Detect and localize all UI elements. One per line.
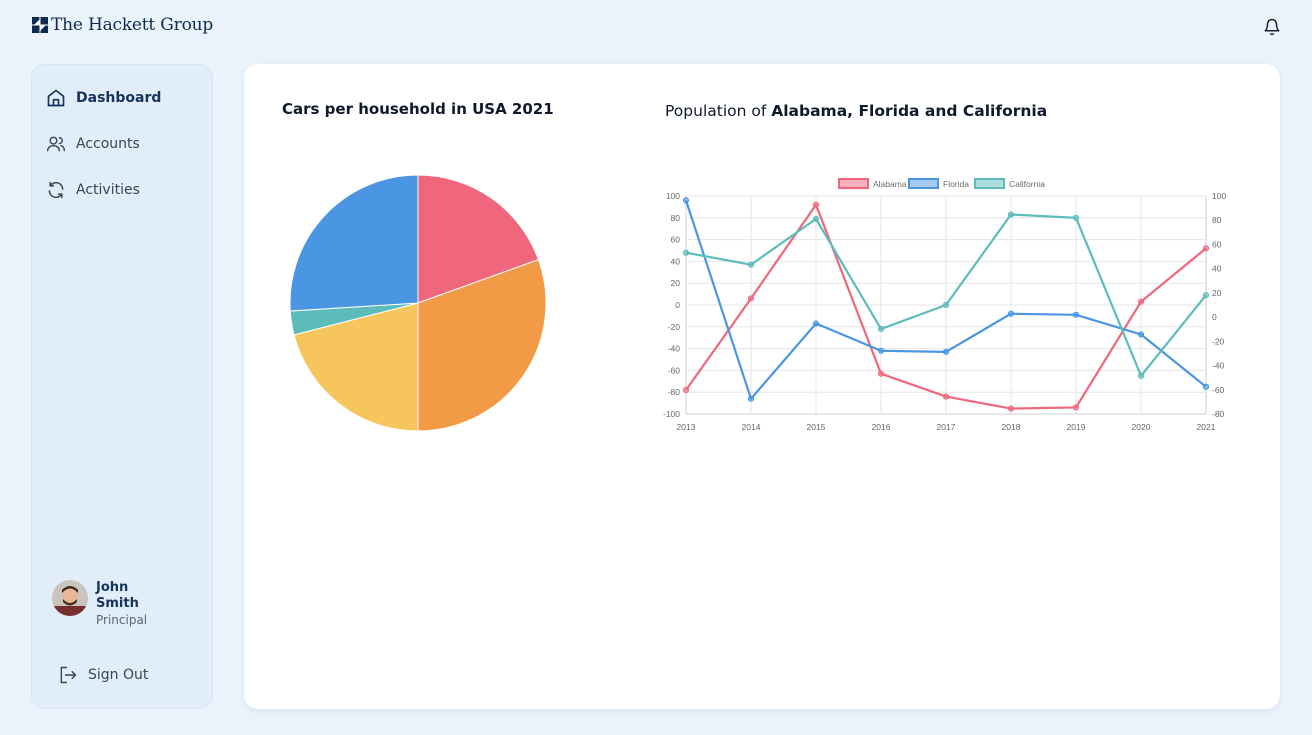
data-point-california[interactable] [1137,372,1145,379]
y-left-tick-label: -40 [668,344,681,354]
home-icon [47,89,65,107]
x-tick-label: 2015 [807,422,826,432]
x-tick-label: 2020 [1132,422,1151,432]
pie-chart[interactable] [284,169,554,439]
data-point-alabama[interactable] [1137,298,1145,305]
y-left-tick-label: -80 [668,387,681,397]
x-tick-label: 2014 [742,422,761,432]
y-right-tick-label: 60 [1212,239,1222,249]
line-chart[interactable]: 100 80 60 40 20 0 -20 -40 -60 -80 -100 100 80 60 40 20 0… [649,159,1234,439]
user-name: John Smith [96,580,139,611]
data-point-florida[interactable] [812,320,820,327]
sidebar-item-accounts[interactable]: Accounts [46,132,140,156]
pie-chart-title: Cars per household in USA 2021 [282,100,554,118]
y-right-tick-label: -40 [1212,361,1225,371]
data-point-florida[interactable] [1202,383,1210,390]
data-point-california[interactable] [1007,211,1015,218]
y-left-tick-label: 100 [666,191,680,201]
sign-out-label: Sign Out [88,667,149,683]
data-point-alabama[interactable] [1007,405,1015,412]
y-left-tick-label: 0 [675,300,680,310]
x-tick-label: 2021 [1197,422,1216,432]
y-left-tick-label: -100 [663,409,680,419]
x-tick-label: 2018 [1002,422,1021,432]
y-right-tick-label: 40 [1212,264,1222,274]
avatar-image [52,580,88,616]
legend-swatch-alabama[interactable] [838,178,869,189]
bell-icon[interactable] [1263,18,1281,36]
x-tick-label: 2019 [1067,422,1086,432]
data-point-florida[interactable] [942,348,950,355]
sign-out-button[interactable]: Sign Out [58,665,148,685]
legend-swatch-florida[interactable] [908,178,939,189]
data-point-alabama[interactable] [1202,245,1210,252]
y-left-tick-label: 40 [671,256,681,266]
data-point-california[interactable] [812,215,820,222]
data-point-florida[interactable] [1072,311,1080,318]
y-left-tick-label: -20 [668,322,681,332]
line-chart-title-prefix: Population of [665,102,772,120]
line-chart-title: Population of Alabama, Florida and Calif… [665,102,1047,120]
sidebar-item-label: Accounts [76,136,140,152]
data-point-florida[interactable] [747,395,755,402]
y-right-tick-label: 80 [1212,215,1222,225]
data-point-alabama[interactable] [682,386,690,394]
sign-out-icon [60,666,77,684]
sidebar-item-activities[interactable]: Activities [46,178,140,202]
y-left-tick-label: -60 [668,365,681,375]
sidebar-item-dashboard[interactable]: Dashboard [46,86,161,110]
user-role: Principal [96,613,148,627]
x-tick-label: 2017 [937,422,956,432]
data-point-california[interactable] [1072,214,1080,221]
legend-label-florida[interactable]: Florida [943,179,969,189]
data-point-florida[interactable] [1007,310,1015,317]
line-chart-title-bold: Alabama, Florida and California [771,102,1048,120]
y-right-tick-label: 0 [1212,312,1217,322]
legend-label-alabama[interactable]: Alabama [873,179,907,189]
data-point-alabama[interactable] [747,295,755,302]
data-point-alabama[interactable] [1072,404,1080,411]
data-point-california[interactable] [747,261,755,268]
x-tick-label: 2013 [677,422,696,432]
data-point-california[interactable] [682,249,690,256]
data-point-california[interactable] [1202,292,1210,299]
company-logo[interactable]: The Hackett Group [32,15,213,35]
data-point-alabama[interactable] [812,201,820,208]
user-profile[interactable]: John Smith Principal [52,580,156,627]
data-point-california[interactable] [942,301,950,309]
data-point-florida[interactable] [682,197,690,204]
y-right-tick-label: -80 [1212,409,1225,419]
y-left-tick-label: 60 [671,235,681,245]
logo-text: The Hackett Group [51,15,214,35]
x-tick-label: 2016 [872,422,891,432]
users-icon [46,136,66,152]
data-point-florida[interactable] [1137,331,1145,338]
y-right-tick-label: 100 [1212,191,1226,201]
sidebar-item-label: Dashboard [76,90,162,106]
hackett-logo-icon [32,17,48,33]
y-right-tick-label: -20 [1212,336,1225,346]
y-right-tick-label: 20 [1212,288,1222,298]
sidebar-item-label: Activities [76,182,140,198]
data-point-florida[interactable] [877,347,885,354]
data-point-california[interactable] [877,325,885,333]
pie-slice-4[interactable] [289,174,419,312]
refresh-icon [48,181,64,199]
data-point-alabama[interactable] [942,393,950,400]
legend-label-california[interactable]: California [1009,179,1045,189]
y-left-tick-label: 80 [671,213,681,223]
avatar [52,580,88,616]
data-point-alabama[interactable] [877,370,885,377]
sidebar: Dashboard Accounts Activities John Smith… [31,64,213,709]
legend-swatch-california[interactable] [974,178,1005,189]
dashboard-panel: Cars per household in USA 2021 Populatio… [244,64,1280,709]
top-bar: The Hackett Group [0,0,1312,56]
y-left-tick-label: 20 [671,278,681,288]
y-right-tick-label: -60 [1212,385,1225,395]
